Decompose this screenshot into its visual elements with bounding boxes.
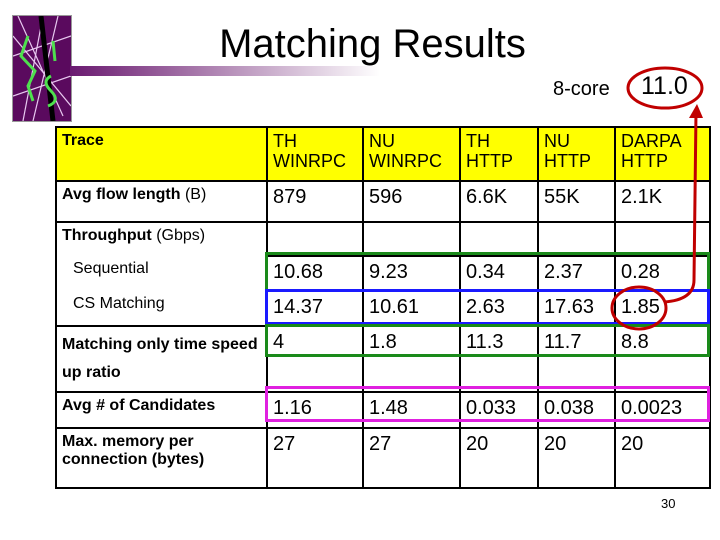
page-number: 30 [661, 496, 676, 511]
circle-1-85 [610, 285, 668, 331]
annotation-overlay [610, 66, 704, 331]
arrow-line [663, 111, 698, 304]
slide: Matching Results 8-core 11.0 Trace TH WI… [0, 0, 720, 540]
circle-11-0 [626, 66, 704, 110]
arrow-head-icon [689, 104, 703, 118]
